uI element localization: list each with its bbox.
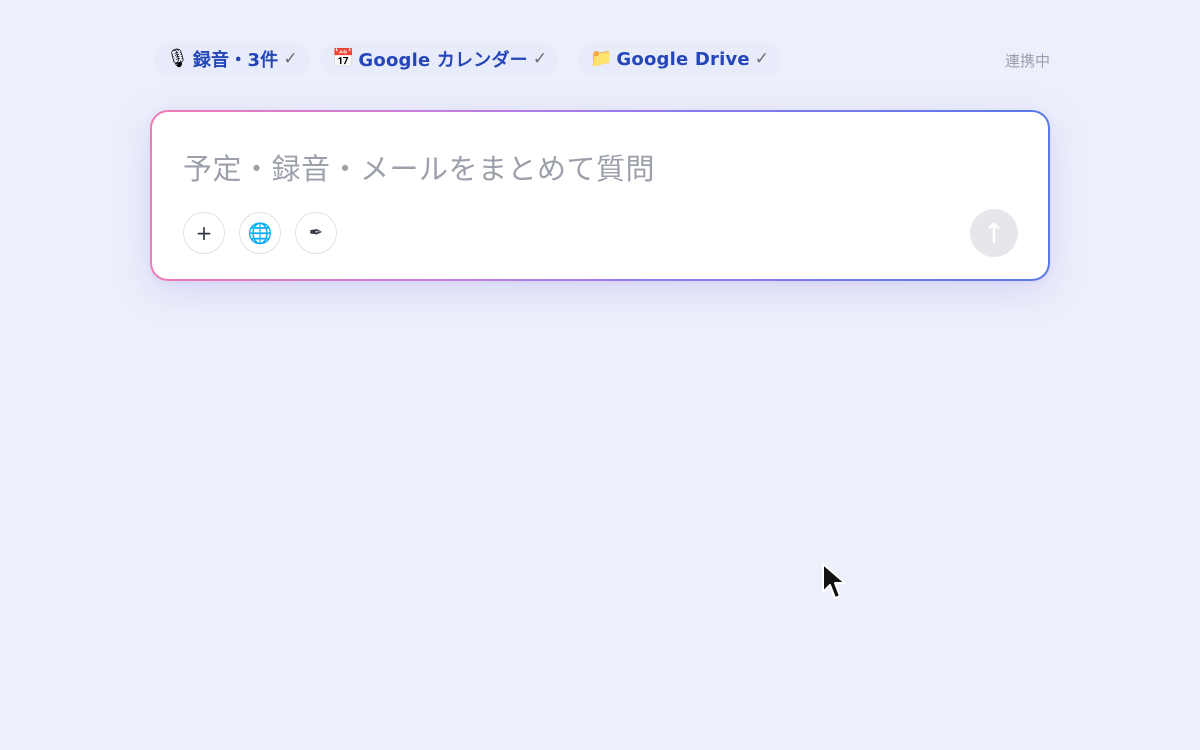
check-icon: ✓ xyxy=(754,49,770,69)
prompt-input[interactable]: 予定・録音・メールをまとめて質問 xyxy=(183,146,655,188)
connection-status: 連携中 xyxy=(1004,52,1050,70)
check-icon: ✓ xyxy=(532,49,548,69)
plus-icon: + xyxy=(195,221,213,245)
composer-border: 予定・録音・メールをまとめて質問 + 🌐 ✒ ↑ xyxy=(150,110,1050,281)
mouse-cursor-icon xyxy=(822,563,846,599)
microphone-icon: 🎙 xyxy=(166,48,189,69)
google-drive-chip[interactable]: 📁 Google Drive ✓ xyxy=(578,42,782,76)
app-stage: 🎙 録音・3件 ✓ 📅 Google カレンダー ✓ 📁 Google Driv… xyxy=(0,0,1200,750)
calendar-icon: 📅 xyxy=(332,48,355,69)
connection-bar: 🎙 録音・3件 ✓ 📅 Google カレンダー ✓ 📁 Google Driv… xyxy=(150,40,1050,78)
web-search-button[interactable]: 🌐 xyxy=(239,212,281,254)
recordings-chip[interactable]: 🎙 録音・3件 ✓ xyxy=(154,42,310,76)
compose-button[interactable]: ✒ xyxy=(295,212,337,254)
send-button[interactable]: ↑ xyxy=(970,209,1018,257)
pen-icon: ✒ xyxy=(308,223,324,243)
recordings-chip-label: 録音・3件 xyxy=(192,50,279,71)
check-icon: ✓ xyxy=(283,49,298,69)
google-calendar-chip-label: Google カレンダー xyxy=(358,50,528,71)
google-drive-chip-label: Google Drive xyxy=(616,48,750,70)
composer[interactable]: 予定・録音・メールをまとめて質問 + 🌐 ✒ ↑ xyxy=(152,112,1048,279)
arrow-up-icon: ↑ xyxy=(982,216,1006,250)
globe-icon: 🌐 xyxy=(247,221,273,245)
add-button[interactable]: + xyxy=(183,212,225,254)
folder-icon: 📁 xyxy=(590,48,613,69)
google-calendar-chip[interactable]: 📅 Google カレンダー ✓ xyxy=(320,42,560,76)
